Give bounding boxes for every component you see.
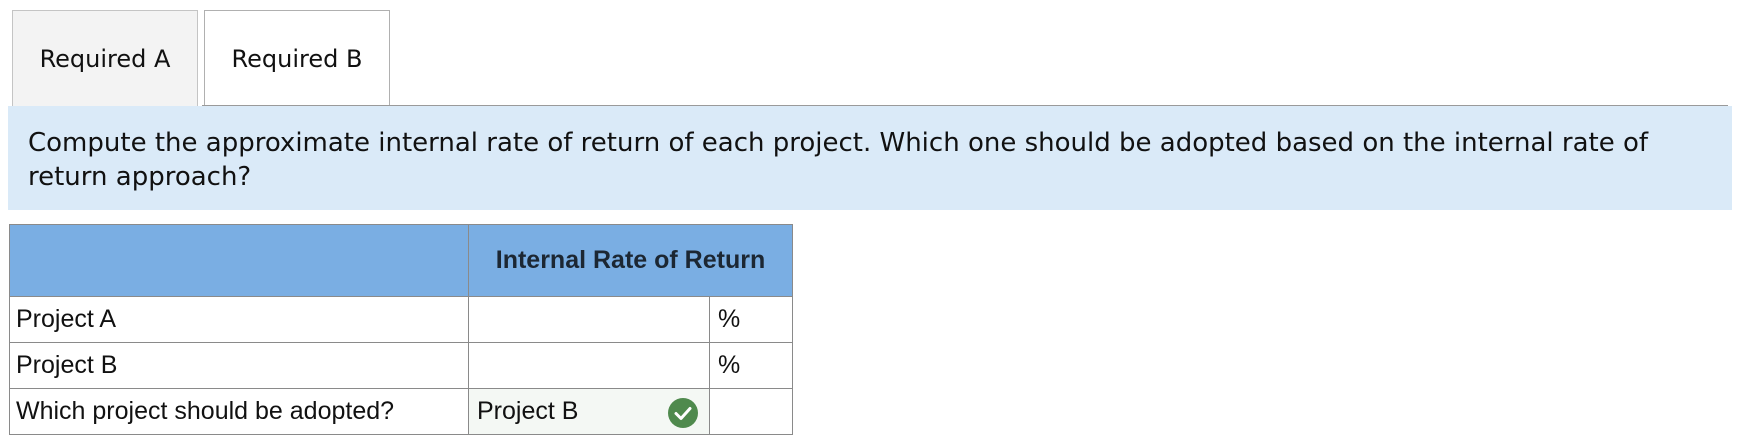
tab-required-a[interactable]: Required A bbox=[12, 10, 198, 106]
row-label: Which project should be adopted? bbox=[9, 388, 469, 435]
adopted-project-value: Project B bbox=[477, 397, 579, 425]
table-header-row: Internal Rate of Return bbox=[9, 224, 793, 297]
question-prompt: Compute the approximate internal rate of… bbox=[8, 106, 1732, 210]
percent-unit: % bbox=[709, 296, 793, 343]
table-row-project-a: Project A % bbox=[9, 296, 793, 343]
project-a-irr-input[interactable] bbox=[468, 296, 710, 343]
check-circle-icon bbox=[668, 398, 698, 428]
empty-unit-cell bbox=[709, 388, 793, 435]
header-blank-cell bbox=[9, 224, 469, 297]
adopted-project-select[interactable]: Project B bbox=[468, 388, 710, 435]
question-text: Compute the approximate internal rate of… bbox=[28, 128, 1649, 192]
table-row-project-b: Project B % bbox=[9, 342, 793, 389]
table-row-adoption: Which project should be adopted? Project… bbox=[9, 388, 793, 435]
header-irr: Internal Rate of Return bbox=[468, 224, 793, 297]
project-b-irr-input[interactable] bbox=[468, 342, 710, 389]
tab-required-b[interactable]: Required B bbox=[204, 10, 390, 106]
percent-unit: % bbox=[709, 342, 793, 389]
row-label: Project A bbox=[9, 296, 469, 343]
tab-bar: Required A Required B bbox=[12, 10, 390, 106]
irr-answer-table: Internal Rate of Return Project A % Proj… bbox=[9, 224, 793, 435]
row-label: Project B bbox=[9, 342, 469, 389]
